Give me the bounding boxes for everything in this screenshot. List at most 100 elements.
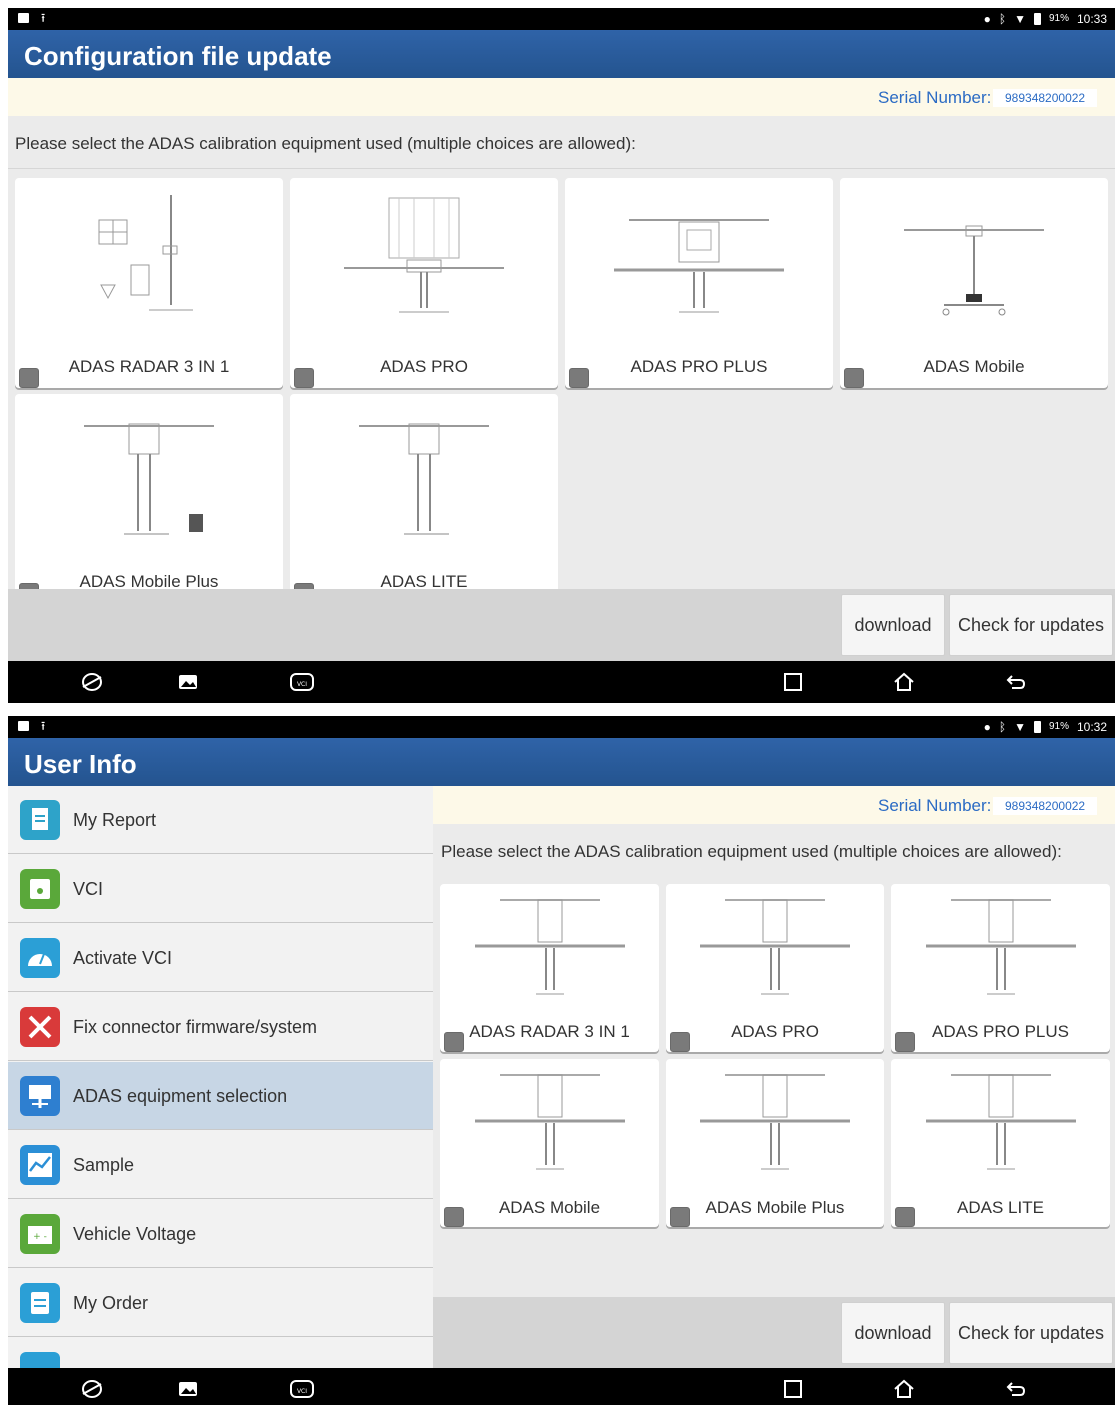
status-bar: ⭱ ● ᛒ ▼ 91% 10:33 (8, 8, 1115, 30)
page-title: User Info (8, 738, 1115, 786)
recent-apps-icon[interactable] (781, 1377, 805, 1401)
download-button[interactable]: download (841, 594, 945, 656)
adas-radar-illustration (474, 899, 625, 995)
equipment-checkbox[interactable] (670, 1032, 690, 1052)
equipment-card[interactable]: ADAS RADAR 3 IN 1 (440, 884, 659, 1052)
vci-icon[interactable]: VCI (288, 1377, 316, 1401)
equipment-card[interactable]: ADAS Mobile (440, 1059, 659, 1227)
back-icon[interactable] (1004, 1377, 1028, 1401)
recent-apps-icon[interactable] (781, 670, 805, 694)
serial-bar: Serial Number: 989348200022 (8, 78, 1115, 116)
equipment-checkbox[interactable] (569, 368, 589, 388)
card-label: ADAS PRO (731, 1022, 819, 1041)
adas-pro-illustration (344, 197, 504, 313)
card-label: ADAS Mobile (923, 357, 1025, 376)
equipment-checkbox[interactable] (670, 1207, 690, 1227)
sidebar-item-adas-equipment[interactable]: ADAS equipment selection (8, 1062, 433, 1130)
sidebar-item-label: ADAS equipment selection (73, 1086, 288, 1106)
battery-percent: 91% (1048, 13, 1069, 24)
status-bar: ⭱ ● ᛒ ▼ 91% 10:32 (8, 716, 1115, 738)
sidebar-item-sample[interactable]: Sample (8, 1131, 433, 1199)
sidebar-item-more[interactable] (8, 1338, 433, 1368)
more-item-icon (20, 1352, 60, 1368)
gallery-notification-icon (18, 721, 29, 731)
upload-notification-icon: ⭱ (41, 11, 46, 25)
sidebar-item-label: Fix connector firmware/system (73, 1017, 318, 1037)
equipment-card[interactable]: ADAS RADAR 3 IN 1 (15, 178, 283, 388)
serial-number-value: 989348200022 (993, 797, 1098, 815)
adas-radar-illustration (98, 195, 193, 311)
tools-icon (20, 1007, 60, 1047)
sidebar-item-my-order[interactable]: My Order (8, 1269, 433, 1337)
adas-mobile-illustration (474, 1074, 625, 1170)
equipment-checkbox[interactable] (895, 1207, 915, 1227)
equipment-card[interactable]: ADAS LITE (891, 1059, 1110, 1227)
adas-pro-plus-illustration (925, 899, 1076, 995)
action-bar: download Check for updates (8, 589, 1115, 661)
equipment-card[interactable]: ADAS Mobile Plus (15, 394, 283, 604)
bluetooth-icon: ᛒ (998, 720, 1007, 734)
check-updates-button[interactable]: Check for updates (949, 594, 1113, 656)
sidebar-item-vci[interactable]: VCI (8, 855, 433, 923)
equipment-checkbox[interactable] (444, 1032, 464, 1052)
location-icon: ● (983, 12, 991, 26)
clock: 10:32 (1076, 720, 1107, 734)
card-label: ADAS PRO PLUS (630, 357, 768, 376)
serial-number-label: Serial Number: (878, 88, 992, 107)
selection-prompt: Please select the ADAS calibration equip… (441, 842, 1062, 861)
upload-notification-icon: ⭱ (41, 719, 46, 733)
location-icon: ● (983, 720, 991, 734)
equipment-card[interactable]: ADAS PRO (666, 884, 884, 1052)
gallery-icon[interactable] (176, 670, 200, 694)
equipment-card[interactable]: ADAS LITE (290, 394, 558, 604)
gallery-icon[interactable] (176, 1377, 200, 1401)
sidebar-item-activate-vci[interactable]: Activate VCI (8, 924, 433, 992)
adas-icon (20, 1076, 60, 1116)
equipment-checkbox[interactable] (19, 368, 39, 388)
equipment-card[interactable]: ADAS Mobile Plus (666, 1059, 884, 1227)
page-title: Configuration file update (8, 30, 1115, 78)
home-icon[interactable] (892, 670, 916, 694)
download-button[interactable]: download (841, 1302, 945, 1364)
card-label: ADAS RADAR 3 IN 1 (469, 1022, 630, 1041)
browser-icon[interactable] (80, 670, 104, 694)
equipment-checkbox[interactable] (895, 1032, 915, 1052)
equipment-checkbox[interactable] (444, 1207, 464, 1227)
vci-icon[interactable]: VCI (288, 670, 316, 694)
user-info-screen: ⭱ ● ᛒ ▼ 91% 10:32 User Info My Report VC… (8, 716, 1115, 1405)
config-update-screen: ⭱ ● ᛒ ▼ 91% 10:33 Configuration file upd… (8, 8, 1115, 703)
sidebar-item-fix-connector[interactable]: Fix connector firmware/system (8, 993, 433, 1061)
navigation-bar: VCI (8, 1368, 1115, 1405)
svg-text:VCI: VCI (297, 1388, 307, 1395)
back-icon[interactable] (1004, 670, 1028, 694)
check-updates-button[interactable]: Check for updates (949, 1302, 1113, 1364)
equipment-card[interactable]: ADAS PRO (290, 178, 558, 388)
order-icon (20, 1283, 60, 1323)
equipment-card[interactable]: ADAS PRO PLUS (891, 884, 1110, 1052)
equipment-checkbox[interactable] (844, 368, 864, 388)
equipment-card[interactable]: ADAS PRO PLUS (565, 178, 833, 388)
equipment-card[interactable]: ADAS Mobile (840, 178, 1108, 388)
sidebar-item-my-report[interactable]: My Report (8, 786, 433, 854)
speedometer-icon (20, 938, 60, 978)
sidebar-item-vehicle-voltage[interactable]: + - Vehicle Voltage (8, 1200, 433, 1268)
card-label: ADAS Mobile Plus (705, 1198, 845, 1217)
browser-icon[interactable] (80, 1377, 104, 1401)
bluetooth-icon: ᛒ (998, 12, 1007, 26)
card-label: ADAS PRO (380, 357, 468, 376)
serial-number-label: Serial Number: (878, 796, 992, 815)
navigation-bar: VCI (8, 661, 1115, 703)
sidebar-item-label: My Order (73, 1293, 149, 1313)
equipment-checkbox[interactable] (294, 368, 314, 388)
card-label: ADAS Mobile (498, 1198, 601, 1217)
vci-icon (20, 869, 60, 909)
gallery-notification-icon (18, 13, 29, 23)
adas-mobile-plus-illustration (84, 423, 214, 535)
adas-mobile-illustration (904, 225, 1044, 316)
adas-pro-plus-illustration (614, 219, 784, 313)
serial-bar: Serial Number: 989348200022 (433, 786, 1115, 824)
wifi-icon: ▼ (1014, 720, 1026, 734)
svg-text:+ -: + - (33, 1232, 47, 1242)
battery-icon (1033, 721, 1041, 733)
home-icon[interactable] (892, 1377, 916, 1401)
